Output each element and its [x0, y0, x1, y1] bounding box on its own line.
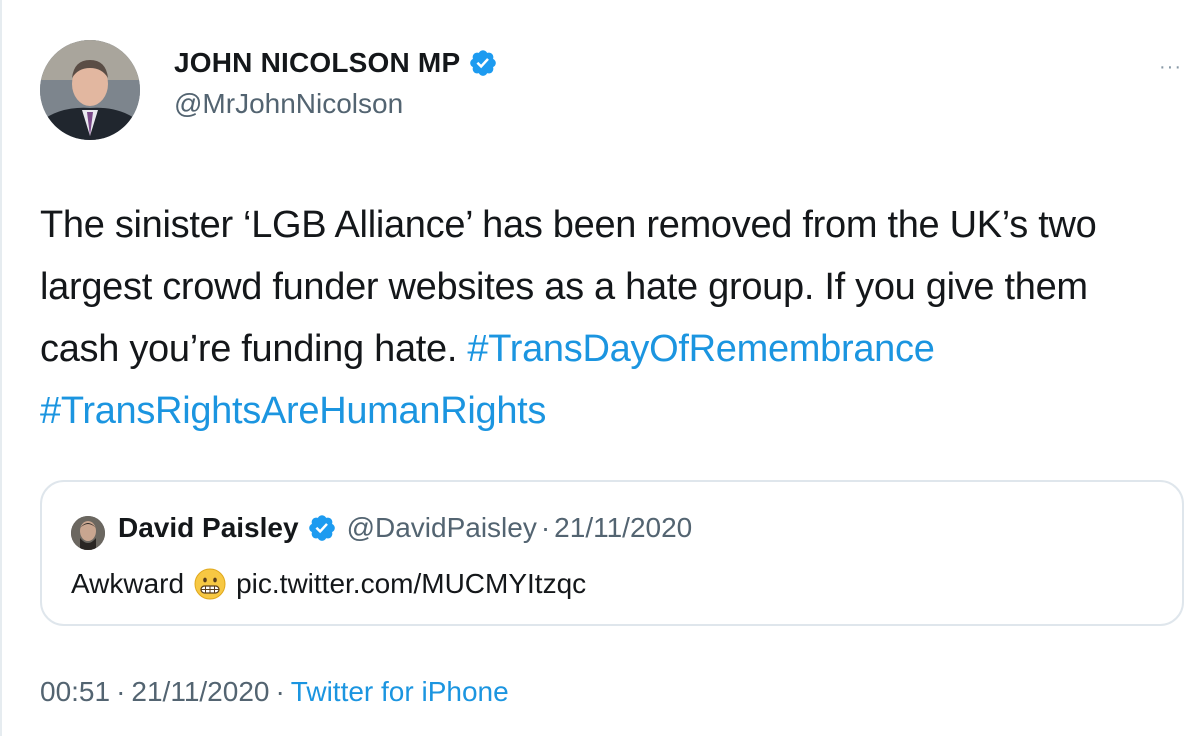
separator-dot: ·	[275, 676, 285, 707]
separator-dot: ·	[116, 676, 126, 707]
quoted-media-link[interactable]: pic.twitter.com/MUCMYItzqc	[236, 568, 586, 600]
tweet-time[interactable]: 00:51	[40, 676, 110, 708]
author-display-name[interactable]: JOHN NICOLSON MP	[174, 47, 460, 79]
author-avatar[interactable]	[40, 40, 140, 140]
verified-badge-icon	[308, 515, 335, 541]
author-name-row[interactable]: JOHN NICOLSON MP	[174, 47, 498, 79]
quoted-body: Awkward pic.twitter.com/MUCMYItzqc	[71, 568, 586, 600]
quoted-tweet-card[interactable]: David Paisley @DavidPaisley · 21/11/2020…	[40, 480, 1184, 626]
quoted-author-avatar[interactable]	[71, 516, 105, 550]
tweet-body: The sinister ‘LGB Alliance’ has been rem…	[40, 194, 1170, 442]
grimacing-face-emoji	[194, 568, 226, 600]
hashtag-link[interactable]: #TransRightsAreHumanRights	[40, 390, 546, 432]
quoted-display-name[interactable]: David Paisley	[118, 512, 299, 544]
quoted-handle[interactable]: @DavidPaisley	[347, 512, 537, 544]
hashtag-link[interactable]: #TransDayOfRemembrance	[467, 328, 934, 370]
tweet-meta: 00:51 · 21/11/2020 · Twitter for iPhone	[40, 676, 509, 708]
tweet-date[interactable]: 21/11/2020	[131, 676, 269, 708]
author-handle[interactable]: @MrJohnNicolson	[174, 88, 403, 120]
verified-badge-icon	[470, 50, 497, 76]
tweet-source-link[interactable]: Twitter for iPhone	[291, 676, 509, 708]
separator-dot: ·	[540, 512, 551, 543]
more-options-icon[interactable]: ···	[1159, 56, 1182, 79]
quoted-date[interactable]: 21/11/2020	[554, 512, 692, 544]
left-divider	[0, 0, 2, 736]
quoted-header: David Paisley @DavidPaisley · 21/11/2020	[118, 512, 692, 544]
quoted-text: Awkward	[71, 568, 185, 599]
